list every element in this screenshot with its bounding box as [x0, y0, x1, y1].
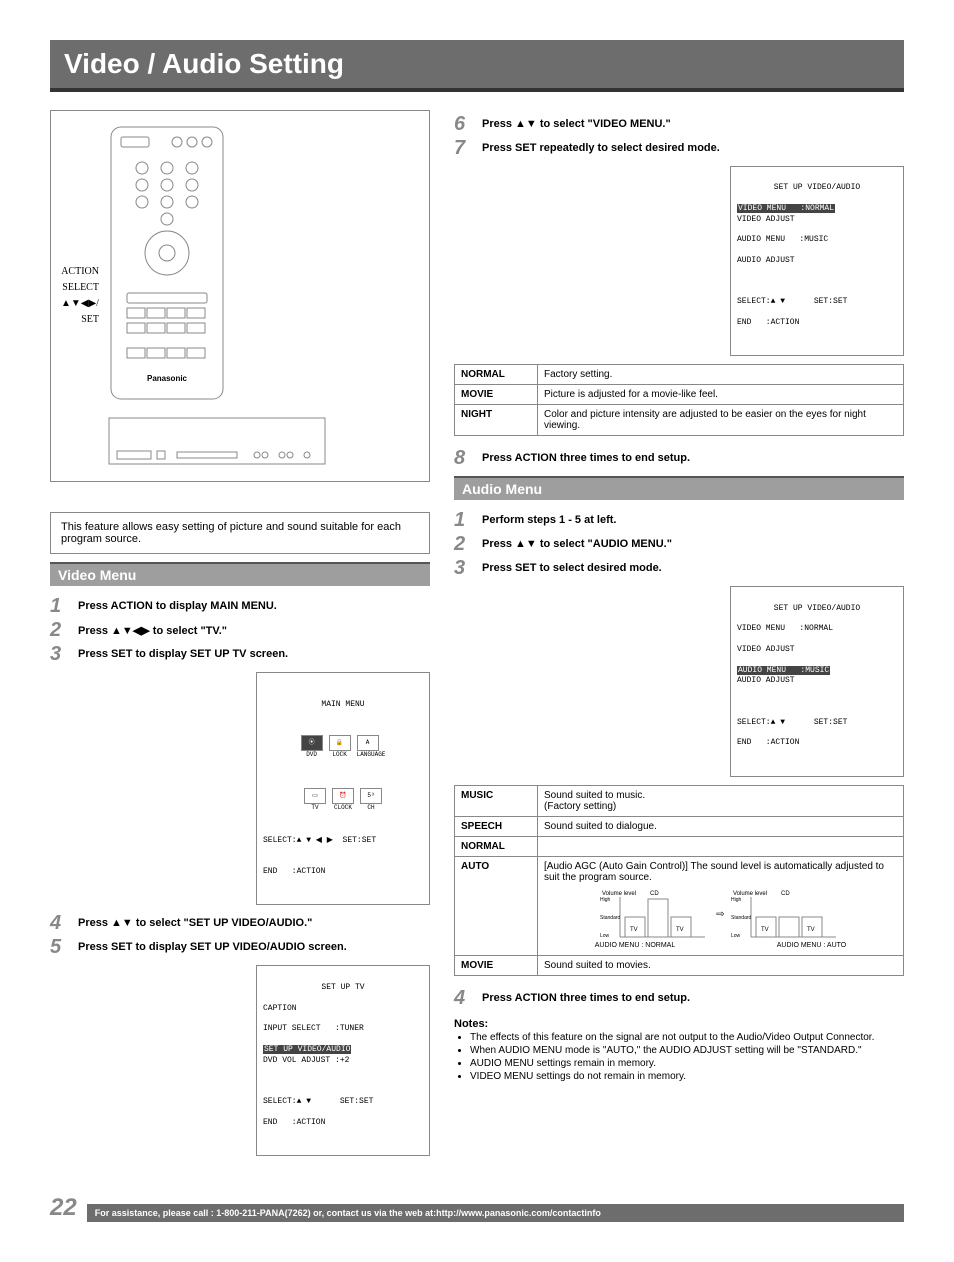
audio-step-4: 4 Press ACTION three times to end setup. — [454, 988, 904, 1008]
svg-text:CD: CD — [781, 891, 790, 897]
step-8: 8 Press ACTION three times to end setup. — [454, 448, 904, 468]
notes-heading: Notes: — [454, 1018, 904, 1030]
step-4: 4Press ▲▼ to select "SET UP VIDEO/AUDIO.… — [50, 913, 430, 933]
svg-text:High: High — [600, 897, 611, 903]
svg-text:TV: TV — [676, 927, 684, 933]
audio-menu-header: Audio Menu — [454, 476, 904, 500]
note-item: When AUDIO MENU mode is "AUTO," the AUDI… — [470, 1045, 904, 1056]
step-3: 3Press SET to display SET UP TV screen. — [50, 644, 430, 664]
step-3: 3Press SET to select desired mode. — [454, 558, 904, 578]
svg-text:Panasonic: Panasonic — [147, 374, 188, 383]
svg-text:Low: Low — [731, 933, 741, 939]
osd-main-menu: MAIN MENU ⦿DVD 🔒LOCK ALANGUAGE ▭TV ⏰CLOC… — [256, 672, 430, 905]
osd-setup-tv: SET UP TV CAPTION INPUT SELECT :TUNER SE… — [256, 965, 430, 1155]
notes-list: The effects of this feature on the signa… — [454, 1032, 904, 1082]
step-5: 5Press SET to display SET UP VIDEO/AUDIO… — [50, 937, 430, 957]
step-2: 2Press ▲▼ to select "AUDIO MENU." — [454, 534, 904, 554]
svg-text:High: High — [731, 897, 742, 903]
device-icon — [107, 416, 327, 466]
video-menu-header: Video Menu — [50, 562, 430, 586]
svg-text:TV: TV — [761, 927, 769, 933]
video-modes-table: NORMALFactory setting.MOVIEPicture is ad… — [454, 364, 904, 436]
label-action: ACTION — [61, 264, 99, 280]
label-set: SET — [61, 312, 99, 328]
remote-illustration: ACTION SELECT ▲▼◀▶/ SET — [50, 110, 430, 482]
note-item: The effects of this feature on the signa… — [470, 1032, 904, 1043]
svg-text:Standard: Standard — [600, 915, 621, 921]
svg-text:Standard: Standard — [731, 915, 752, 921]
step-2: 2Press ▲▼◀▶ to select "TV." — [50, 620, 430, 640]
footer-bar: For assistance, please call : 1-800-211-… — [87, 1204, 904, 1222]
step-6: 6Press ▲▼ to select "VIDEO MENU." — [454, 114, 904, 134]
osd-video-audio-1: SET UP VIDEO/AUDIO VIDEO MENU :NORMAL VI… — [730, 166, 904, 356]
feature-note: This feature allows easy setting of pict… — [50, 512, 430, 554]
svg-text:TV: TV — [630, 927, 638, 933]
step-1: 1Press ACTION to display MAIN MENU. — [50, 596, 430, 616]
note-item: AUDIO MENU settings remain in memory. — [470, 1058, 904, 1069]
svg-text:Low: Low — [600, 933, 610, 939]
page-number: 22 — [50, 1194, 77, 1222]
svg-text:CD: CD — [650, 891, 659, 897]
step-7: 7Press SET repeatedly to select desired … — [454, 138, 904, 158]
page-title: Video / Audio Setting — [50, 40, 904, 92]
note-item: VIDEO MENU settings do not remain in mem… — [470, 1071, 904, 1082]
svg-text:TV: TV — [807, 927, 815, 933]
label-select: SELECT — [61, 280, 99, 296]
step-1: 1Perform steps 1 - 5 at left. — [454, 510, 904, 530]
audio-modes-table: MUSICSound suited to music.(Factory sett… — [454, 785, 904, 976]
label-arrows: ▲▼◀▶/ — [61, 296, 99, 312]
remote-icon: Panasonic — [107, 123, 227, 403]
osd-video-audio-2: SET UP VIDEO/AUDIO VIDEO MENU :NORMAL VI… — [730, 586, 904, 776]
